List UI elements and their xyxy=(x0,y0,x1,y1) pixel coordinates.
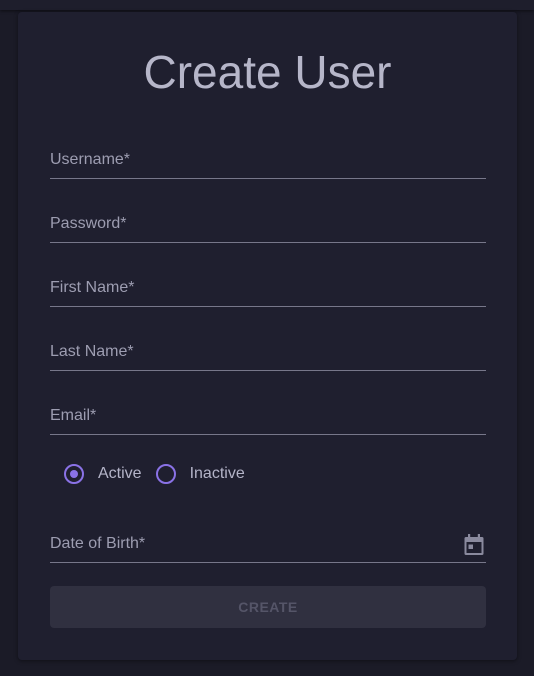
date-of-birth-field[interactable]: Date of Birth* xyxy=(50,532,486,563)
first-name-input[interactable] xyxy=(50,276,486,306)
email-field[interactable]: Email* xyxy=(50,404,486,435)
first-name-field[interactable]: First Name* xyxy=(50,276,486,307)
password-input[interactable] xyxy=(50,212,486,242)
status-option-inactive-label: Inactive xyxy=(189,465,245,482)
password-field[interactable]: Password* xyxy=(50,212,486,243)
page-title: Create User xyxy=(143,46,392,98)
date-of-birth-input[interactable] xyxy=(50,532,486,562)
last-name-field[interactable]: Last Name* xyxy=(50,340,486,371)
status-option-active-label: Active xyxy=(98,465,142,482)
radio-unchecked-icon[interactable] xyxy=(155,464,176,484)
username-field[interactable]: Username* xyxy=(50,148,486,179)
create-button[interactable]: CREATE xyxy=(50,586,486,628)
create-user-card: Create User Username* Password* First Na… xyxy=(18,12,517,660)
last-name-input[interactable] xyxy=(50,340,486,370)
email-input[interactable] xyxy=(50,404,486,434)
username-input[interactable] xyxy=(50,148,486,178)
radio-checked-icon[interactable] xyxy=(64,464,84,484)
status-radio-active[interactable]: Active xyxy=(64,464,142,484)
top-app-bar xyxy=(0,0,534,10)
status-radio-inactive[interactable]: Inactive xyxy=(155,464,245,484)
calendar-icon[interactable] xyxy=(464,534,484,556)
status-radio-group: Active Inactive xyxy=(64,462,245,486)
